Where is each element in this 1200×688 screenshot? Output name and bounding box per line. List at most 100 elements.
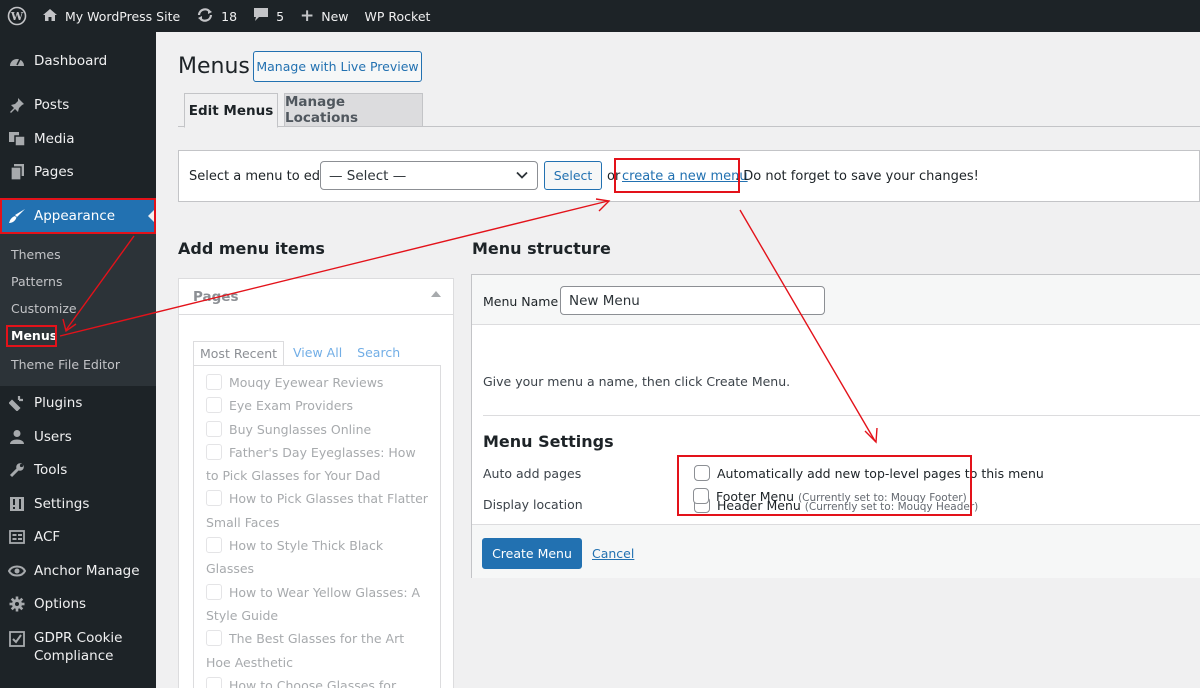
subtab-most-recent[interactable]: Most Recent	[193, 341, 285, 366]
pages-accordion: Pages Most Recent View All Search Mouqy …	[178, 278, 454, 688]
sidebar-item-label: Tools	[34, 462, 68, 478]
updates-link[interactable]: 18	[188, 0, 245, 32]
submenu-item-themes[interactable]: Themes	[11, 247, 61, 262]
sidebar-item-gdpr-text: GDPR Cookie Compliance	[34, 629, 123, 665]
pages-checklist: Mouqy Eyewear Reviews Eye Exam Providers…	[193, 365, 441, 688]
appearance-submenu: Themes Patterns Customize Menus Theme Fi…	[0, 232, 156, 386]
submenu-item-customize[interactable]: Customize	[11, 301, 77, 316]
sidebar-item-settings[interactable]: Settings	[0, 493, 156, 515]
settings-divider	[483, 415, 1200, 416]
sidebar-item-anchor-manage[interactable]: Anchor Manage	[0, 560, 156, 582]
sidebar-item-plugins[interactable]: Plugins	[0, 392, 156, 414]
checkbox[interactable]	[206, 420, 222, 437]
sidebar-item-gdpr[interactable]: GDPR Cookie Compliance	[0, 629, 156, 665]
menu-instructions: Give your menu a name, then click Create…	[483, 374, 791, 389]
auto-add-label: Auto add pages	[483, 466, 582, 481]
comments-link[interactable]: 5	[245, 0, 292, 32]
create-menu-button[interactable]: Create Menu	[482, 538, 582, 569]
page-title-text: Eye Exam Providers	[229, 398, 354, 414]
list-item[interactable]: How to Style Thick Black Glasses	[194, 534, 440, 581]
annotation-box-menus	[6, 325, 57, 347]
menu-name-label: Menu Name	[483, 294, 559, 309]
checkbox[interactable]	[206, 583, 222, 600]
list-item[interactable]: The Best Glasses for the Art Hoe Aesthet…	[194, 627, 440, 674]
checkbox[interactable]	[206, 490, 222, 507]
checkbox-icon	[0, 629, 34, 647]
admin-sidebar: Dashboard Posts Media Pages Appearance T…	[0, 32, 156, 688]
comments-count: 5	[276, 8, 285, 24]
submenu-item-theme-file-editor[interactable]: Theme File Editor	[11, 357, 120, 372]
checkbox[interactable]	[206, 397, 222, 414]
list-item[interactable]: How to Choose Glasses for Fishing	[194, 674, 440, 688]
menu-edit-footer: Create Menu Cancel	[472, 524, 1200, 578]
cancel-link[interactable]: Cancel	[592, 546, 634, 561]
checkbox[interactable]	[206, 443, 222, 460]
page-title-text: Buy Sunglasses Online	[229, 421, 372, 437]
list-item[interactable]: How to Pick Glasses that Flatter Small F…	[194, 487, 440, 534]
annotation-box-locations	[677, 455, 972, 516]
sidebar-item-label: Options	[34, 596, 87, 612]
page-title-text: How to Wear Yellow Glasses: A Style Guid…	[206, 584, 421, 623]
checkbox[interactable]	[206, 630, 222, 647]
sidebar-item-label: Users	[34, 429, 72, 445]
save-reminder-text: . Do not forget to save your changes!	[735, 169, 979, 184]
menu-edit-panel: Menu Name New Menu Give your menu a name…	[471, 274, 1200, 578]
new-label: New	[321, 8, 349, 24]
updates-count: 18	[221, 8, 238, 24]
checkbox[interactable]	[206, 374, 222, 390]
checkbox[interactable]	[206, 676, 222, 688]
select-menu-label: Select a menu to edit:	[189, 169, 334, 184]
site-name-link[interactable]: My WordPress Site	[34, 0, 188, 32]
tab-manage-locations[interactable]: Manage Locations	[284, 93, 423, 127]
collapse-arrow-icon[interactable]	[431, 291, 441, 297]
wp-rocket-label: WP Rocket	[364, 8, 431, 24]
menu-edit-header: Menu Name New Menu	[472, 275, 1200, 325]
sidebar-item-pages[interactable]: Pages	[0, 161, 156, 183]
sidebar-item-users[interactable]: Users	[0, 426, 156, 448]
sidebar-item-label: Dashboard	[34, 53, 108, 69]
pages-icon	[0, 164, 34, 180]
new-content-link[interactable]: + New	[292, 0, 357, 32]
sidebar-item-acf[interactable]: ACF	[0, 526, 156, 548]
display-location-label: Display location	[483, 497, 583, 512]
media-icon	[0, 131, 34, 147]
subtab-search[interactable]: Search	[351, 341, 406, 366]
chevron-down-icon	[516, 169, 528, 185]
list-item[interactable]: How to Wear Yellow Glasses: A Style Guid…	[194, 581, 440, 628]
page-title-text: Father's Day Eyeglasses: How to Pick Gla…	[206, 444, 416, 484]
sidebar-item-tools[interactable]: Tools	[0, 459, 156, 481]
page-title-text: Mouqy Eyewear Reviews	[229, 375, 384, 390]
home-icon	[42, 8, 58, 25]
sidebar-item-dashboard[interactable]: Dashboard	[0, 50, 156, 72]
select-button[interactable]: Select	[544, 161, 602, 190]
tab-edit-menus[interactable]: Edit Menus	[184, 93, 278, 128]
wp-rocket-link[interactable]: WP Rocket	[357, 0, 439, 32]
menu-select-value: — Select —	[329, 167, 407, 184]
annotation-box-create-link	[614, 158, 740, 193]
list-item[interactable]: Eye Exam Providers	[194, 394, 440, 417]
list-item[interactable]: Father's Day Eyeglasses: How to Pick Gla…	[194, 441, 440, 488]
submenu-item-patterns[interactable]: Patterns	[11, 274, 62, 289]
plus-icon: +	[300, 5, 315, 26]
list-item[interactable]: Buy Sunglasses Online	[194, 418, 440, 441]
sidebar-item-posts[interactable]: Posts	[0, 94, 156, 116]
menu-name-input[interactable]: New Menu	[560, 286, 825, 315]
svg-text:W: W	[10, 10, 24, 23]
menu-select-dropdown[interactable]: — Select —	[320, 161, 538, 190]
pages-subtabs: Most Recent View All Search	[193, 341, 409, 366]
add-menu-items-heading: Add menu items	[178, 239, 325, 258]
sidebar-item-label: Anchor Manage	[34, 563, 140, 579]
page-title: Menus	[178, 54, 250, 79]
list-item[interactable]: Mouqy Eyewear Reviews	[194, 371, 440, 394]
live-preview-button[interactable]: Manage with Live Preview	[253, 51, 422, 82]
checkbox[interactable]	[206, 537, 222, 554]
pages-accordion-header[interactable]: Pages	[179, 279, 453, 315]
wordpress-logo-icon[interactable]: W	[0, 0, 34, 32]
page-title-text: The Best Glasses for the Art Hoe Aesthet…	[206, 631, 405, 670]
subtab-view-all[interactable]: View All	[287, 341, 348, 366]
sidebar-item-media[interactable]: Media	[0, 128, 156, 150]
sidebar-item-label: GDPR Cookie	[34, 630, 123, 646]
pin-icon	[0, 97, 34, 113]
page-title-text: How to Pick Glasses that Flatter Small F…	[206, 491, 428, 530]
sidebar-item-options[interactable]: Options	[0, 593, 156, 615]
